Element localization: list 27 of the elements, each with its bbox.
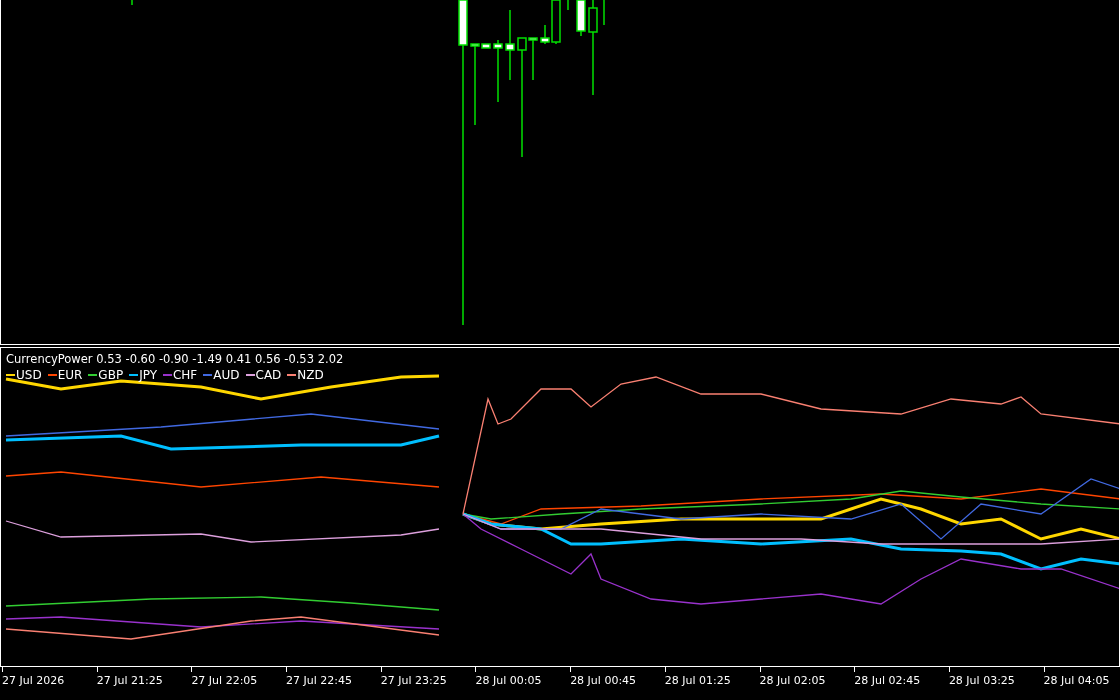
- time-label: 27 Jul 22:45: [286, 674, 353, 688]
- legend-label: CHF: [172, 368, 198, 382]
- time-label: 28 Jul 02:05: [759, 674, 826, 688]
- indicator-title: CurrencyPower 0.53 -0.60 -0.90 -1.49 0.41 0.56 -0.53 2.02: [6, 352, 344, 366]
- time-label: 28 Jul 04:05: [1043, 674, 1110, 688]
- time-label: 28 Jul 00:45: [570, 674, 637, 688]
- time-label: 28 Jul 01:25: [664, 674, 731, 688]
- candlestick: [567, 0, 569, 11]
- candlestick: [576, 0, 586, 37]
- time-label: 28 Jul 02:45: [854, 674, 921, 688]
- legend-label: USD: [16, 368, 42, 382]
- candlestick: [505, 9, 515, 81]
- time-label: 27 Jul 23:25: [380, 674, 447, 688]
- candlestick: [603, 0, 605, 26]
- legend-label: EUR: [57, 368, 83, 382]
- time-label: 27 Jul 21:25: [96, 674, 163, 688]
- legend-label: AUD: [213, 368, 240, 382]
- time-label: 27 Jul 22:05: [191, 674, 258, 688]
- time-label: 28 Jul 00:05: [475, 674, 542, 688]
- legend-label: JPY: [139, 368, 157, 382]
- time-label: 27 Jul 2026: [2, 674, 65, 688]
- time-label: 28 Jul 03:25: [948, 674, 1015, 688]
- candlestick: [493, 39, 503, 103]
- legend-label: NZD: [297, 368, 324, 382]
- legend-label: GBP: [98, 368, 124, 382]
- legend-label: CAD: [255, 368, 282, 382]
- candlestick: [131, 0, 133, 6]
